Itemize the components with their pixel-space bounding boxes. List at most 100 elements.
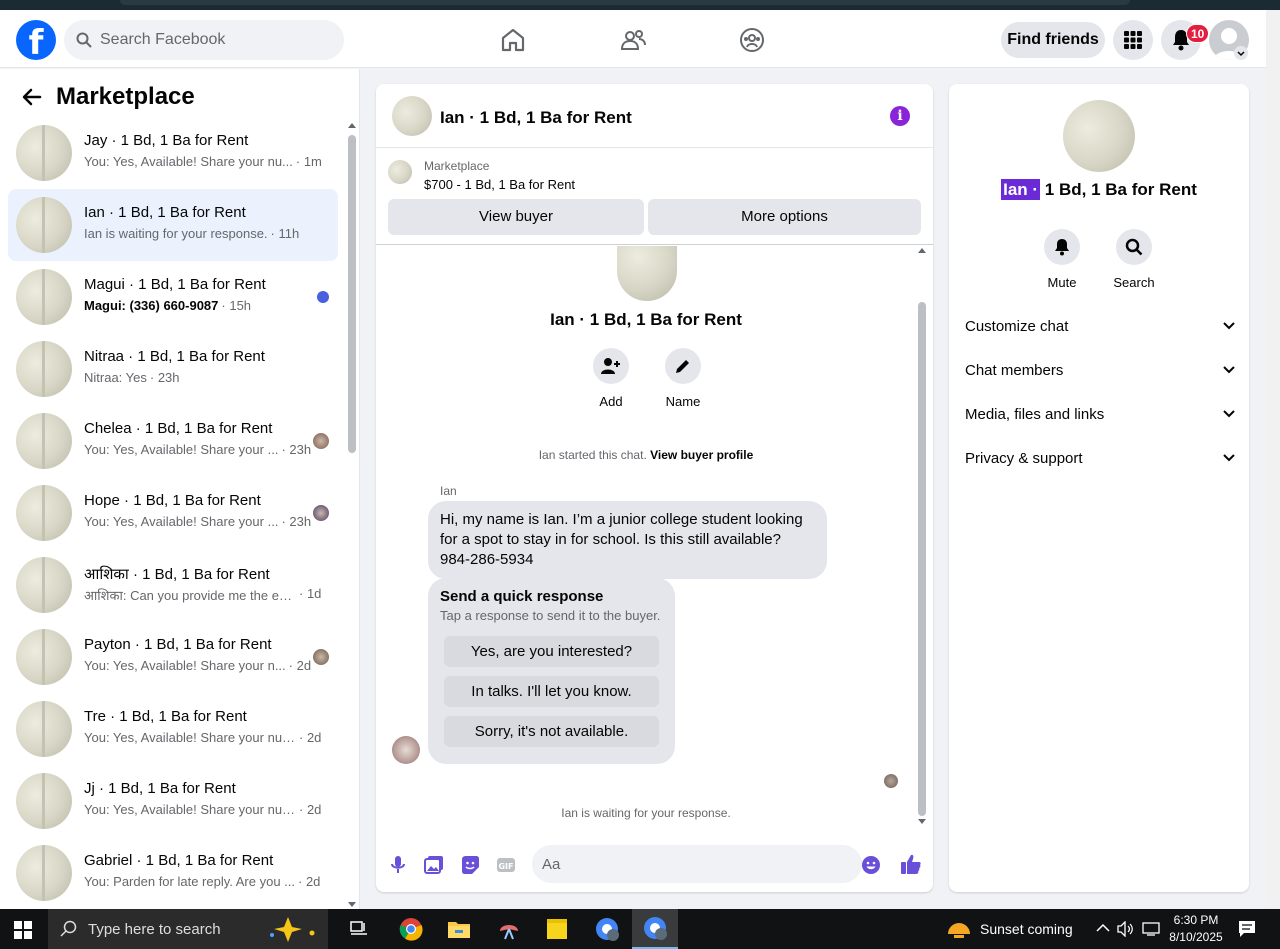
conversation-item[interactable]: Payton · 1 Bd, 1 Ba for Rent You: Yes, Av…: [8, 621, 338, 693]
chrome-profile-app-icon[interactable]: [584, 909, 630, 949]
search-input[interactable]: [100, 31, 320, 49]
weather-widget[interactable]: Sunset coming: [946, 909, 1073, 949]
conversation-item[interactable]: Chelea · 1 Bd, 1 Ba for Rent You: Yes, Av…: [8, 405, 338, 477]
scroll-up-arrow-icon[interactable]: [348, 123, 356, 128]
scroll-down-arrow-icon[interactable]: [348, 902, 356, 907]
unread-dot-icon: [317, 291, 329, 303]
conversation-item[interactable]: Tre · 1 Bd, 1 Ba for Rent You: Yes, Avail…: [8, 693, 338, 765]
notification-count-badge: 10: [1186, 24, 1210, 43]
conversation-item[interactable]: Gabriel · 1 Bd, 1 Ba for Rent You: Parden…: [8, 837, 338, 909]
chevron-down-icon: [1223, 454, 1235, 462]
quick-response-yes[interactable]: Yes, are you interested?: [444, 636, 659, 667]
incoming-message[interactable]: Hi, my name is Ian. I’m a junior college…: [428, 501, 827, 579]
home-icon[interactable]: [499, 26, 527, 54]
snipping-tool-icon[interactable]: [486, 909, 532, 949]
conversation-list: Jay · 1 Bd, 1 Ba for Rent You: Yes, Avail…: [8, 117, 338, 909]
scrollbar-thumb[interactable]: [918, 302, 926, 816]
speaker-icon[interactable]: [1117, 921, 1135, 937]
svg-text:GIF: GIF: [498, 862, 513, 871]
conversation-item[interactable]: Jay · 1 Bd, 1 Ba for Rent You: Yes, Avail…: [8, 117, 338, 189]
seen-by-avatar: [313, 649, 329, 665]
privacy-support-section[interactable]: Privacy & support: [965, 436, 1235, 480]
file-explorer-icon[interactable]: [436, 909, 482, 949]
customize-chat-section[interactable]: Customize chat: [965, 304, 1235, 348]
chat-avatar[interactable]: [392, 96, 432, 136]
conversation-item[interactable]: Nitraa · 1 Bd, 1 Ba for Rent Nitraa: Yes ·…: [8, 333, 338, 405]
sender-avatar[interactable]: [392, 736, 420, 764]
friends-icon[interactable]: [619, 26, 647, 54]
quick-response-subtitle: Tap a response to send it to the buyer.: [440, 608, 661, 623]
listing-price[interactable]: $700 - 1 Bd, 1 Ba for Rent: [424, 177, 575, 192]
search-icon: [60, 920, 77, 937]
preview-text: You: Yes, Available! Share your ...: [84, 442, 279, 457]
like-thumbs-up-icon[interactable]: [900, 853, 922, 875]
search-facebook[interactable]: [64, 20, 344, 60]
network-icon[interactable]: [1142, 921, 1160, 937]
conversation-item[interactable]: Jj · 1 Bd, 1 Ba for Rent You: Yes, Availa…: [8, 765, 338, 837]
media-files-links-section[interactable]: Media, files and links: [965, 392, 1235, 436]
conversation-item[interactable]: Hope · 1 Bd, 1 Ba for Rent You: Yes, Avai…: [8, 477, 338, 549]
task-view-icon[interactable]: [336, 909, 382, 949]
sunset-icon: [948, 923, 970, 938]
chat-members-section[interactable]: Chat members: [965, 348, 1235, 392]
microphone-icon[interactable]: [388, 855, 408, 875]
more-options-button[interactable]: More options: [648, 199, 921, 235]
info-icon[interactable]: i: [890, 106, 910, 126]
apps-grid-icon: [1124, 31, 1142, 49]
quick-response-not-available[interactable]: Sorry, it's not available.: [444, 716, 659, 747]
conversation-item[interactable]: Ian · 1 Bd, 1 Ba for Rent Ian is waiting …: [8, 189, 338, 261]
sticker-icon[interactable]: [460, 855, 480, 875]
scroll-up-arrow-icon[interactable]: [918, 248, 926, 253]
scroll-down-arrow-icon[interactable]: [918, 819, 926, 824]
preview-time: · 11h: [270, 226, 300, 241]
photo-icon[interactable]: [424, 855, 444, 875]
view-buyer-button[interactable]: View buyer: [388, 199, 644, 235]
conversation-item[interactable]: Magui · 1 Bd, 1 Ba for Rent Magui: (336) …: [8, 261, 338, 333]
notification-center-icon[interactable]: [1238, 920, 1256, 938]
conversation-title: Jj · 1 Bd, 1 Ba for Rent: [84, 780, 236, 797]
chat-title[interactable]: Ian · 1 Bd, 1 Ba for Rent: [440, 108, 632, 128]
sticky-notes-icon[interactable]: [534, 909, 580, 949]
chrome-active-app-icon[interactable]: [632, 909, 678, 949]
preview-time: · 1m: [295, 154, 322, 169]
message-thread-scrollbar[interactable]: [915, 246, 929, 826]
add-people-action[interactable]: Add: [586, 348, 636, 409]
view-buyer-profile-link[interactable]: View buyer profile: [650, 448, 753, 462]
marketplace-inbox-panel: Marketplace Jay · 1 Bd, 1 Ba for Rent You…: [0, 69, 360, 909]
gif-icon[interactable]: GIF: [496, 855, 516, 875]
conversation-list-scrollbar[interactable]: [346, 121, 359, 909]
name-chat-action[interactable]: Name: [658, 348, 708, 409]
page-scrollbar[interactable]: [1266, 10, 1280, 909]
mute-action[interactable]: Mute: [1032, 229, 1092, 290]
emoji-icon[interactable]: [861, 855, 881, 875]
facebook-logo[interactable]: f: [16, 20, 56, 60]
listing-thumbnail: [16, 125, 72, 181]
account-dropdown-icon[interactable]: [1234, 46, 1248, 60]
details-avatar[interactable]: [1063, 100, 1135, 172]
preview-time: · 1d: [299, 586, 322, 601]
windows-start-icon[interactable]: [14, 921, 32, 939]
listing-thumbnail: [16, 269, 72, 325]
listing-thumbnail[interactable]: [388, 160, 412, 184]
conversation-preview: You: Parden for late reply. Are you ... ·…: [84, 874, 324, 889]
windows-taskbar: Sunset coming 6:30 PM 8/10/2025: [0, 909, 1280, 949]
back-arrow-icon[interactable]: [20, 85, 44, 109]
conversation-preview: You: Yes, Available! Share your ... · 23h: [84, 442, 324, 457]
system-clock[interactable]: 6:30 PM 8/10/2025: [1166, 912, 1226, 946]
find-friends-button[interactable]: Find friends: [1001, 22, 1105, 58]
menu-button[interactable]: [1113, 20, 1153, 60]
thread-avatar: [617, 246, 677, 301]
conversation-item[interactable]: आशिका · 1 Bd, 1 Ba for Rent आशिका: Can yo…: [8, 549, 338, 621]
taskbar-search-box[interactable]: [48, 909, 328, 949]
sender-name: Ian: [440, 484, 457, 498]
mute-label: Mute: [1047, 275, 1077, 290]
taskbar-search-input[interactable]: [88, 920, 288, 938]
groups-icon[interactable]: [738, 26, 766, 54]
pencil-icon: [676, 360, 689, 373]
search-in-chat-action[interactable]: Search: [1104, 229, 1164, 290]
scrollbar-thumb[interactable]: [348, 135, 356, 453]
quick-response-in-talks[interactable]: In talks. I'll let you know.: [444, 676, 659, 707]
chrome-app-icon[interactable]: [388, 909, 434, 949]
message-input[interactable]: [532, 845, 862, 883]
chevron-up-icon[interactable]: [1096, 923, 1110, 933]
